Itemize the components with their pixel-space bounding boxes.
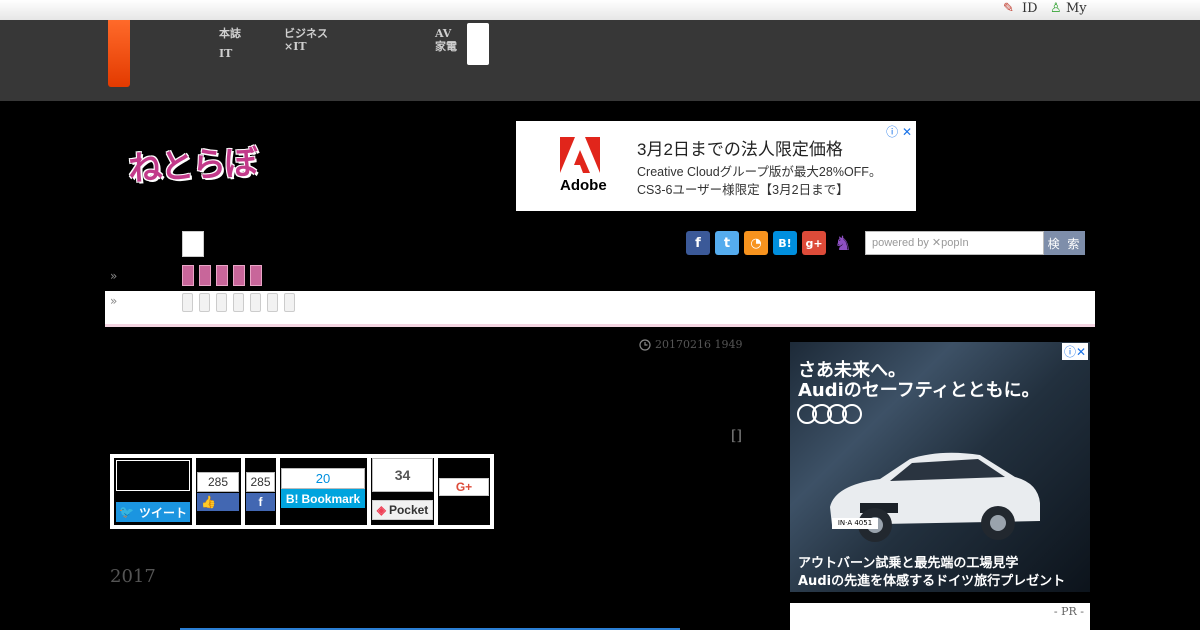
category-button[interactable] [250, 265, 262, 286]
ad-title: 3月2日までの法人限定価格 [637, 140, 843, 159]
sub-nav-bar: » [105, 291, 1095, 327]
pocket-cell: 34 ◈ Pocket [371, 458, 434, 525]
tweet-label: ツイート [138, 505, 187, 520]
sub-nav-button[interactable] [233, 293, 244, 312]
nav-item-av-line2: 家電 [435, 40, 457, 53]
sub-nav-button[interactable] [284, 293, 295, 312]
google-plus-icon[interactable]: g+ [802, 231, 826, 255]
fb-share-cell: 285 f [245, 458, 276, 525]
category-button[interactable] [233, 265, 245, 286]
site-header [0, 20, 1200, 101]
bookmark-label: Bookmark [301, 491, 361, 506]
tweet-cell: 🐦 ツイート [114, 458, 192, 525]
user-icon: ♙ [1050, 1, 1062, 16]
clock-icon [639, 339, 651, 351]
article-bracket: [] [731, 428, 742, 444]
hatena-cell: 20 B! Bookmark [280, 458, 367, 525]
top-utility-bar: ✎ ID ♙ My [0, 0, 1200, 20]
my-link[interactable]: My [1066, 1, 1087, 16]
license-plate: IN·A 4051 [832, 518, 878, 529]
category-button[interactable] [216, 265, 228, 286]
nav-item-business[interactable]: ビジネス ×IT [284, 27, 328, 53]
nav-item-business-line1: ビジネス [284, 27, 328, 40]
category-button[interactable] [199, 265, 211, 286]
audi-rings-logo-icon [797, 404, 862, 424]
nav-dropdown-box[interactable] [182, 231, 204, 257]
category-button[interactable] [182, 265, 194, 286]
search-input[interactable]: powered by ✕popIn [865, 231, 1044, 255]
nav-item-av[interactable]: AV 家電 [435, 27, 457, 53]
facebook-share-button[interactable]: f [246, 493, 275, 511]
tweet-button[interactable]: 🐦 ツイート [116, 502, 190, 522]
nav-item-it[interactable]: 本誌 IT [219, 27, 241, 60]
like-count: 285 [197, 472, 239, 492]
raquo-2: » [110, 294, 118, 308]
adobe-logo-icon [560, 137, 600, 173]
header-menu-box[interactable] [467, 23, 489, 65]
bookmark-count: 20 [281, 468, 365, 489]
pocket-count: 34 [372, 458, 433, 492]
pr-box: - PR - [790, 603, 1090, 630]
adobe-ad-banner[interactable]: Adobe 3月2日までの法人限定価格 Creative Cloudグループ版が… [516, 121, 916, 211]
google-plus-share-button[interactable]: G+ [439, 478, 489, 496]
facebook-like-button[interactable]: 👍 [197, 493, 239, 511]
hatena-icon[interactable]: B! [773, 231, 797, 255]
site-logo[interactable]: ねとらぼ [127, 135, 257, 191]
pocket-button[interactable]: ◈ Pocket [372, 500, 433, 520]
search-button[interactable]: 検 索 [1044, 231, 1085, 255]
gplus-cell: G+ [438, 458, 490, 525]
article-year: 2017 [110, 566, 156, 587]
audi-bottom-line-1: アウトバーン試乗と最先端の工場見学 [798, 556, 1019, 571]
fb-share-count: 285 [246, 472, 275, 492]
nav-item-av-line1: AV [435, 27, 452, 40]
ad-line-2: CS3-6ユーザー様限定【3月2日まで】 [637, 183, 849, 197]
raquo-1: » [110, 269, 118, 283]
sub-nav-button[interactable] [182, 293, 193, 312]
audi-ad-banner[interactable]: さあ未来へ。 Audiのセーフティとともに。 IN·A 4051 アウトバーン試… [790, 342, 1090, 592]
hatena-b-icon: B! [285, 491, 299, 506]
pocket-label: Pocket [388, 503, 429, 517]
adobe-brand: Adobe [560, 177, 607, 194]
cat-mascot-icon[interactable]: ♞ [831, 231, 855, 255]
audi-headline-2: Audiのセーフティとともに。 [798, 380, 1040, 401]
tweet-count-box [116, 460, 190, 491]
sub-nav-button[interactable] [199, 293, 210, 312]
sub-nav-button[interactable] [216, 293, 227, 312]
hatena-bookmark-button[interactable]: B! Bookmark [281, 489, 365, 508]
rss-icon[interactable]: ◔ [744, 231, 768, 255]
nav-item-it-line2: IT [219, 47, 233, 60]
pr-label: - PR - [1053, 605, 1084, 618]
audi-car-image [830, 452, 1040, 542]
sub-nav-button[interactable] [250, 293, 261, 312]
nav-item-business-line2: ×IT [284, 40, 307, 53]
audi-bottom-line-2: Audiの先進を体感するドイツ旅行プレゼント [798, 574, 1066, 589]
twitter-icon[interactable]: t [715, 231, 739, 255]
home-tab[interactable] [108, 20, 130, 87]
ad-line-1: Creative Cloudグループ版が最大28%OFF。 [637, 165, 882, 179]
twitter-bird-icon: 🐦 [119, 505, 134, 519]
pencil-icon: ✎ [1003, 1, 1014, 16]
ad-choices-icon[interactable]: ⓘ ✕ [886, 123, 912, 140]
share-buttons: 🐦 ツイート 285 👍 285 f 20 B! Bookmark 34 ◈ Pock… [110, 454, 494, 529]
id-link[interactable]: ID [1022, 1, 1038, 16]
ad-choices-icon[interactable]: ⓘ✕ [1061, 343, 1088, 360]
pocket-icon: ◈ [376, 503, 386, 517]
like-cell: 285 👍 [196, 458, 241, 525]
sub-nav-button[interactable] [267, 293, 278, 312]
article-date: 20170216 1949 [655, 338, 743, 351]
facebook-icon[interactable]: f [686, 231, 710, 255]
nav-item-it-line1: 本誌 [219, 27, 241, 40]
